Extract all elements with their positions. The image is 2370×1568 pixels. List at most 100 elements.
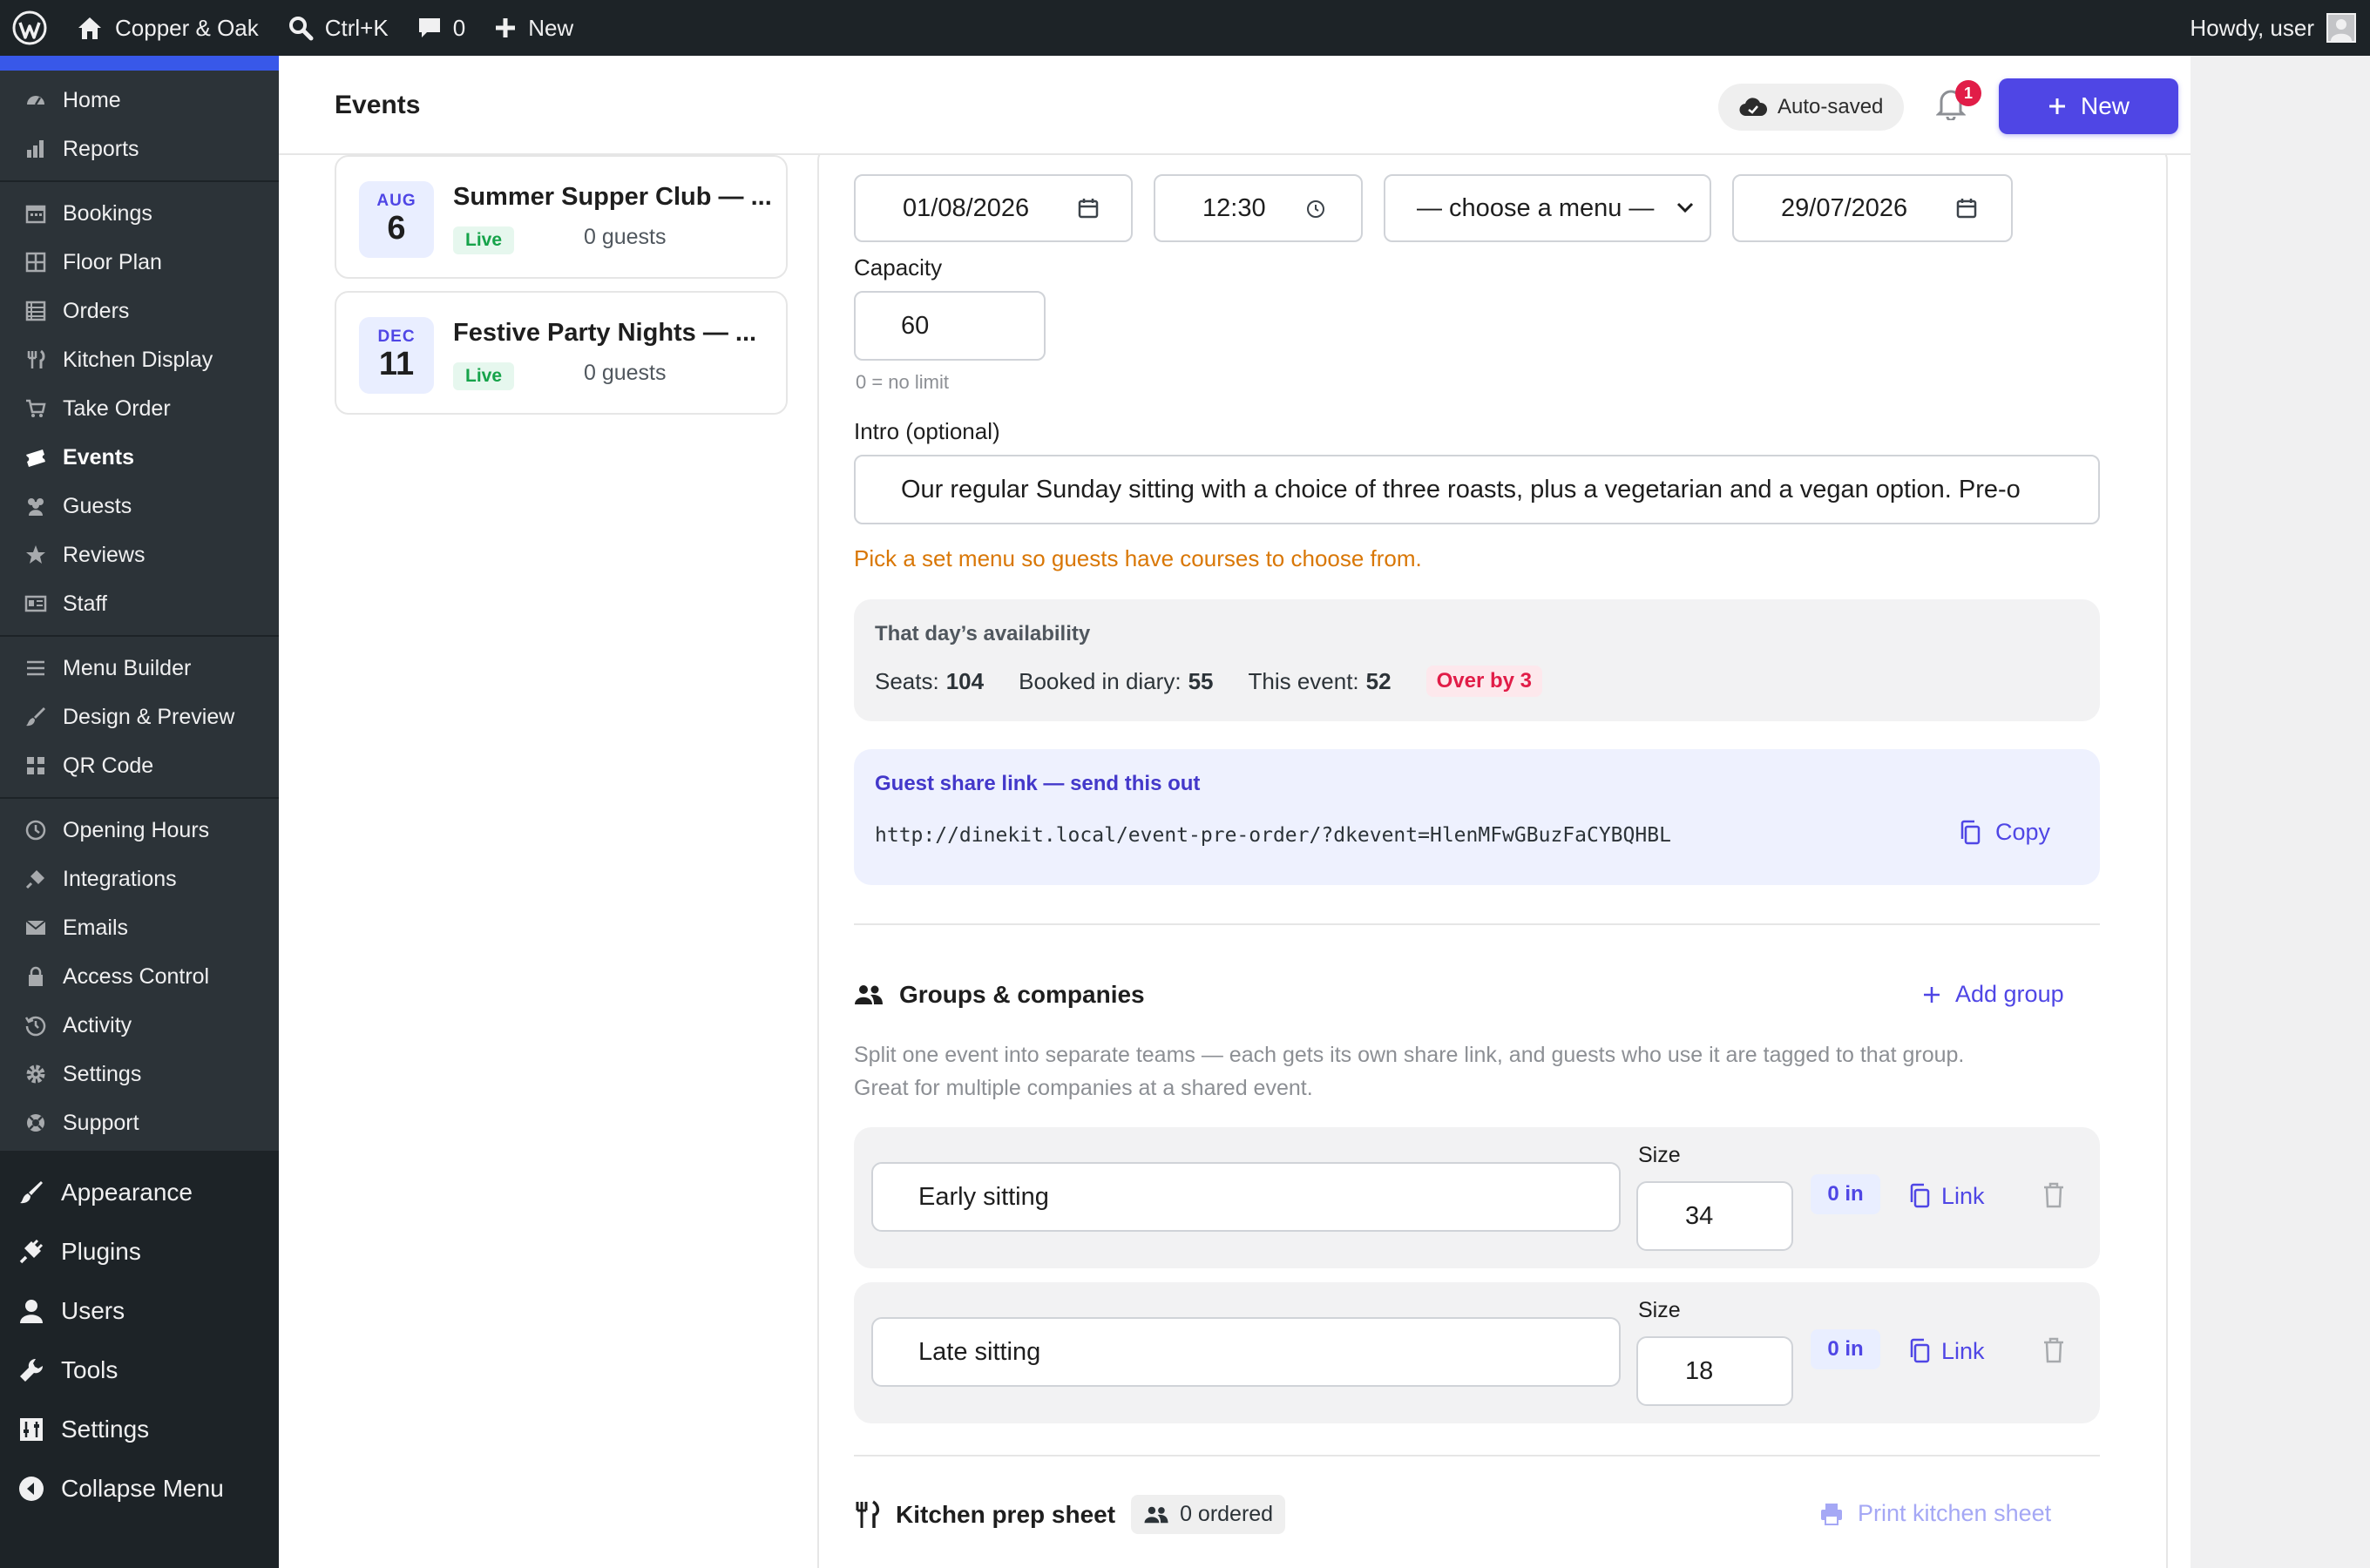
sidebar-item-reports[interactable]: Reports — [0, 125, 279, 173]
new-content-link[interactable]: New — [479, 0, 587, 56]
preorder-cutoff-input[interactable]: 29/07/2026 — [1732, 174, 2013, 242]
sidebar-item-opening-hours[interactable]: Opening Hours — [0, 806, 279, 855]
intro-input[interactable]: Our regular Sunday sitting with a choice… — [854, 455, 2100, 524]
notification-count-badge: 1 — [1955, 80, 1981, 106]
site-name-link[interactable]: Copper & Oak — [61, 0, 273, 56]
sidebar-item-label: Design & Preview — [63, 704, 235, 729]
share-link-url[interactable]: http://dinekit.local/event-pre-order/?dk… — [875, 824, 1671, 847]
wrench-icon — [16, 1355, 47, 1386]
sidebar-item-bookings[interactable]: Bookings — [0, 189, 279, 238]
group-size-label: Size — [1638, 1143, 1681, 1167]
groups-description: Split one event into separate teams — ea… — [854, 1038, 1964, 1105]
autosave-label: Auto-saved — [1778, 95, 1884, 118]
home-icon — [75, 13, 105, 43]
email-icon — [23, 915, 49, 941]
add-group-button[interactable]: Add group — [1922, 981, 2064, 1008]
sidebar-item-label: Events — [63, 444, 134, 470]
cutoff-date-value: 29/07/2026 — [1781, 193, 1908, 222]
sidebar-separator — [0, 635, 279, 637]
sidebar-main-label: Collapse Menu — [61, 1475, 224, 1502]
sidebar-item-menu-builder[interactable]: Menu Builder — [0, 644, 279, 693]
sidebar-item-label: Opening Hours — [63, 817, 210, 842]
event-card[interactable]: DEC 11 Festive Party Nights — ... Live 0… — [335, 291, 788, 415]
clock-icon — [23, 817, 49, 843]
group-name-input[interactable]: Late sitting — [871, 1317, 1621, 1387]
grid-icon — [23, 249, 49, 275]
sidebar-item-collapse-menu[interactable]: Collapse Menu — [0, 1459, 279, 1518]
sidebar-item-floor-plan[interactable]: Floor Plan — [0, 238, 279, 287]
kitchen-prep-title: Kitchen prep sheet — [896, 1500, 1116, 1528]
copy-label: Copy — [1995, 819, 2051, 845]
list-icon — [23, 298, 49, 324]
booked-value: 55 — [1188, 667, 1214, 694]
trash-icon — [2042, 1336, 2070, 1364]
sidebar-item-support[interactable]: Support — [0, 1098, 279, 1147]
user-icon — [16, 1295, 47, 1327]
sidebar-item-home[interactable]: Home — [0, 76, 279, 125]
group-in-count-badge: 0 in — [1811, 1329, 1880, 1369]
event-date-badge: AUG 6 — [359, 181, 434, 258]
ordered-count-badge: 0 ordered — [1131, 1495, 1286, 1534]
group-name-input[interactable]: Early sitting — [871, 1162, 1621, 1232]
page-title: Events — [335, 91, 421, 119]
section-divider — [854, 1455, 2100, 1456]
capacity-input[interactable]: 60 — [854, 291, 1046, 361]
intro-label: Intro (optional) — [854, 418, 1000, 444]
comments-link[interactable]: 0 — [403, 0, 479, 56]
notifications-button[interactable]: 1 — [1936, 80, 1981, 129]
delete-group-button[interactable] — [2042, 1181, 2070, 1213]
lock-icon — [23, 963, 49, 990]
group-link-button[interactable]: Link — [1908, 1176, 1985, 1216]
sidebar-item-events[interactable]: Events — [0, 433, 279, 482]
sidebar-item-users[interactable]: Users — [0, 1281, 279, 1341]
sidebar-item-take-order[interactable]: Take Order — [0, 384, 279, 433]
site-name: Copper & Oak — [115, 14, 259, 41]
howdy-label: Howdy, user — [2190, 14, 2314, 41]
search-shortcut-button[interactable]: Ctrl+K — [273, 0, 403, 56]
copy-link-button[interactable]: Copy — [1959, 819, 2050, 846]
sidebar-item-activity[interactable]: Activity — [0, 1001, 279, 1050]
copy-icon — [1959, 820, 1981, 846]
new-event-button[interactable]: New — [1999, 78, 2178, 134]
sidebar-item-access-control[interactable]: Access Control — [0, 952, 279, 1001]
print-kitchen-sheet-button[interactable]: Print kitchen sheet — [1819, 1500, 2051, 1527]
sidebar-item-plugins[interactable]: Plugins — [0, 1222, 279, 1281]
delete-group-button[interactable] — [2042, 1336, 2070, 1368]
sidebar-item-reviews[interactable]: Reviews — [0, 531, 279, 579]
sidebar-item-settings[interactable]: Settings — [0, 1050, 279, 1098]
sidebar-item-guests[interactable]: Guests — [0, 482, 279, 531]
sidebar-item-integrations[interactable]: Integrations — [0, 855, 279, 903]
events-workspace: AUG 6 Summer Supper Club — ... Live 0 gu… — [279, 155, 2191, 1568]
event-date-input[interactable]: 01/08/2026 — [854, 174, 1133, 242]
wordpress-logo-button[interactable] — [0, 0, 61, 56]
sidebar-item-settings-main[interactable]: Settings — [0, 1400, 279, 1459]
add-group-label: Add group — [1955, 981, 2064, 1007]
admin-bar: Copper & Oak Ctrl+K 0 New Howdy, user — [0, 0, 2370, 56]
sidebar-item-qr-code[interactable]: QR Code — [0, 741, 279, 790]
group-size-input[interactable]: 34 — [1636, 1181, 1793, 1251]
comments-count: 0 — [452, 14, 466, 41]
event-card[interactable]: AUG 6 Summer Supper Club — ... Live 0 gu… — [335, 155, 788, 279]
sidebar-item-appearance[interactable]: Appearance — [0, 1163, 279, 1222]
lifebuoy-icon — [23, 1110, 49, 1136]
sidebar-item-staff[interactable]: Staff — [0, 579, 279, 628]
group-link-label: Link — [1941, 1182, 1985, 1209]
group-link-button[interactable]: Link — [1908, 1331, 1985, 1371]
sidebar-item-kitchen-display[interactable]: Kitchen Display — [0, 335, 279, 384]
sidebar-item-design-preview[interactable]: Design & Preview — [0, 693, 279, 741]
this-event-value: 52 — [1365, 667, 1392, 694]
sidebar-main-label: Appearance — [61, 1179, 193, 1206]
history-icon — [23, 1012, 49, 1038]
brush-icon — [23, 704, 49, 730]
event-time-value: 12:30 — [1202, 193, 1266, 222]
sidebar-separator — [0, 180, 279, 182]
my-account-menu[interactable]: Howdy, user — [2190, 0, 2356, 56]
sidebar-item-orders[interactable]: Orders — [0, 287, 279, 335]
chevron-down-icon — [1676, 202, 1694, 214]
set-menu-select[interactable]: — choose a menu — — [1384, 174, 1711, 242]
sidebar-item-tools[interactable]: Tools — [0, 1341, 279, 1400]
group-size-input[interactable]: 18 — [1636, 1336, 1793, 1406]
group-name-value: Late sitting — [918, 1337, 1041, 1366]
event-time-input[interactable]: 12:30 — [1154, 174, 1363, 242]
sidebar-item-emails[interactable]: Emails — [0, 903, 279, 952]
